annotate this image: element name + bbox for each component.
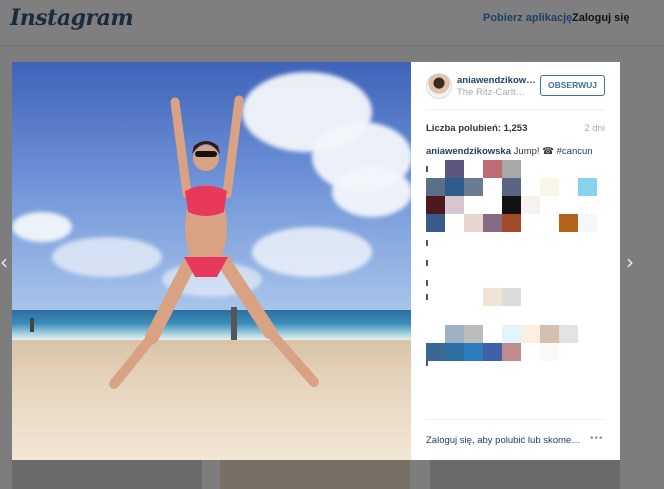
instagram-logo[interactable]: Instagram bbox=[10, 5, 134, 31]
post-username[interactable]: aniawendzikowska bbox=[457, 75, 537, 86]
chevron-left-icon[interactable]: ‹ bbox=[0, 250, 8, 274]
caption-username[interactable]: aniawendzikowska bbox=[426, 146, 511, 157]
get-app-link[interactable]: Pobierz aplikację bbox=[483, 12, 572, 24]
post-age[interactable]: 2 dni bbox=[584, 123, 605, 134]
login-link[interactable]: Zaloguj się bbox=[572, 12, 629, 24]
grid-thumbnail bbox=[12, 460, 202, 489]
avatar[interactable] bbox=[426, 73, 452, 99]
post-modal: aniawendzikowska The Ritz-Carlton, Cancu… bbox=[12, 62, 620, 460]
post-photo[interactable] bbox=[12, 62, 411, 460]
pixelated-comments bbox=[426, 160, 606, 370]
background-photo-grid bbox=[12, 460, 620, 489]
post-location[interactable]: The Ritz-Carlton, Cancun bbox=[457, 87, 529, 98]
follow-button[interactable]: OBSERWUJ bbox=[540, 75, 605, 96]
post-sidebar: aniawendzikowska The Ritz-Carlton, Cancu… bbox=[411, 62, 620, 460]
like-count[interactable]: Liczba polubień: 1,253 bbox=[426, 123, 527, 134]
divider bbox=[426, 419, 605, 420]
page-header: Instagram Pobierz aplikację Zaloguj się bbox=[0, 0, 664, 46]
hashtag-link[interactable]: #cancun bbox=[557, 146, 593, 157]
more-options-icon[interactable]: ••• bbox=[590, 433, 604, 444]
chevron-right-icon[interactable]: › bbox=[626, 250, 634, 274]
caption-text: Jump! ☎ bbox=[511, 146, 557, 157]
divider bbox=[426, 109, 605, 110]
jumping-woman bbox=[30, 95, 319, 389]
login-to-like-link[interactable]: Zaloguj się, aby polubić lub skomentować… bbox=[426, 435, 581, 446]
grid-thumbnail bbox=[220, 460, 410, 489]
grid-thumbnail bbox=[430, 460, 620, 489]
post-caption: aniawendzikowska Jump! ☎ #cancun bbox=[426, 146, 593, 157]
